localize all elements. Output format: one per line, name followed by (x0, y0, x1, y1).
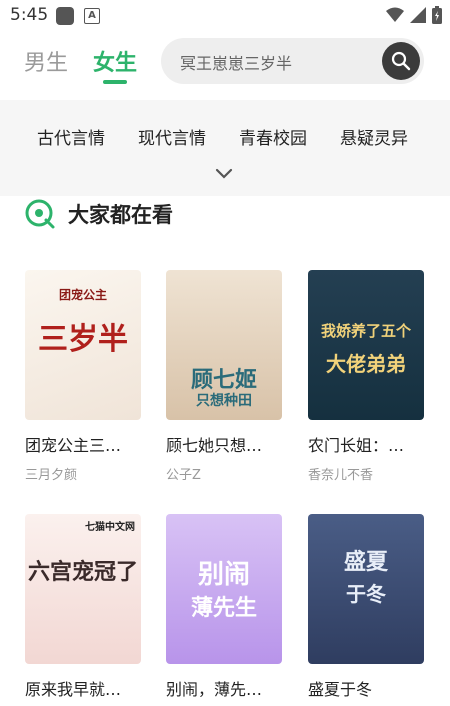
book-card[interactable]: 七猫中文网 六宫宠冠了 原来我早就… (25, 514, 141, 700)
category-item[interactable]: 悬疑灵异 (340, 124, 408, 149)
category-item[interactable]: 青春校园 (239, 124, 307, 149)
eye-target-icon (25, 199, 55, 229)
battery-icon (432, 6, 442, 24)
category-panel: 古代言情 现代言情 青春校园 悬疑灵异 (0, 100, 450, 196)
book-cover[interactable]: 七猫中文网 六宫宠冠了 (25, 514, 141, 664)
book-title: 别闹，薄先… (166, 680, 263, 699)
book-card[interactable]: 别闹 薄先生 别闹，薄先… (166, 514, 282, 700)
book-card[interactable]: 我娇养了五个 大佬弟弟 农门长姐：… 香奈儿不香 (308, 270, 424, 483)
book-cover[interactable]: 别闹 薄先生 (166, 514, 282, 664)
wifi-icon (386, 7, 404, 22)
tab-female[interactable]: 女生 (93, 45, 137, 77)
notification-icon (56, 7, 74, 25)
status-bar: 5:45 A (0, 0, 450, 32)
book-author: 三月夕颜 (25, 468, 78, 483)
book-title: 团宠公主三… (25, 436, 122, 455)
book-card[interactable]: 盛夏 于冬 盛夏于冬 (308, 514, 424, 700)
active-tab-indicator (103, 80, 127, 84)
book-title: 顾七她只想… (166, 436, 263, 455)
section-title: 大家都在看 (68, 203, 173, 227)
app-notification-icon: A (84, 8, 100, 24)
book-cover[interactable]: 顾七姬 只想种田 (166, 270, 282, 420)
category-item[interactable]: 现代言情 (138, 124, 206, 149)
book-title: 原来我早就… (25, 680, 122, 699)
search-button[interactable] (382, 42, 420, 80)
search-icon (391, 51, 411, 71)
book-title: 农门长姐：… (308, 436, 405, 455)
category-item[interactable]: 古代言情 (37, 124, 105, 149)
book-card[interactable]: 三岁半 团宠公主 团宠公主三… 三月夕颜 (25, 270, 141, 483)
header: 男生 女生 冥王崽崽三岁半 (0, 32, 450, 96)
book-title: 盛夏于冬 (308, 680, 373, 699)
book-cover[interactable]: 盛夏 于冬 (308, 514, 424, 664)
signal-icon (410, 7, 426, 23)
status-time: 5:45 (10, 5, 49, 25)
tab-male[interactable]: 男生 (24, 45, 68, 77)
search-placeholder: 冥王崽崽三岁半 (180, 54, 293, 73)
book-cover[interactable]: 三岁半 团宠公主 (25, 270, 141, 420)
search-bar[interactable]: 冥王崽崽三岁半 (161, 38, 424, 84)
book-author: 香奈儿不香 (308, 468, 374, 483)
section-header: 大家都在看 (24, 198, 173, 230)
book-cover[interactable]: 我娇养了五个 大佬弟弟 (308, 270, 424, 420)
book-author: 公子Z (166, 468, 201, 483)
chevron-down-icon[interactable] (214, 168, 234, 180)
book-card[interactable]: 顾七姬 只想种田 顾七她只想… 公子Z (166, 270, 282, 483)
